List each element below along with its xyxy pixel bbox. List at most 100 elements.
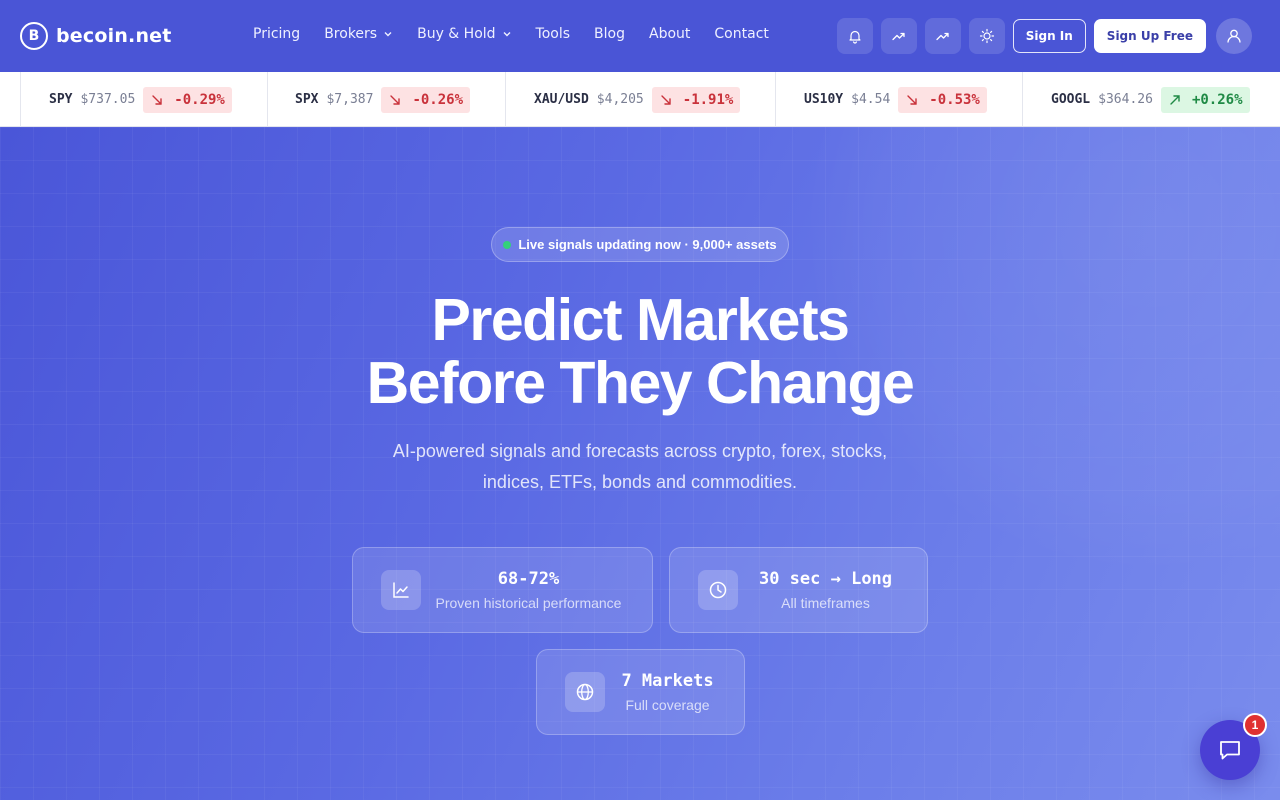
- ticker-symbol: SPY: [49, 92, 73, 107]
- hero-subtitle: AI-powered signals and forecasts across …: [340, 436, 940, 498]
- user-icon: [1227, 29, 1241, 43]
- ticker-change: -1.91%: [651, 86, 741, 113]
- stat-value: 30 sec → Long: [758, 569, 893, 589]
- notifications-button[interactable]: [836, 18, 873, 54]
- chart-line-icon: [393, 582, 409, 598]
- ticker-price: $364.26: [1098, 92, 1153, 107]
- stat-text: 30 sec → Long All timeframes: [750, 568, 901, 613]
- nav-item-label: Contact: [714, 26, 769, 42]
- nav-item-buy-hold[interactable]: Buy & Hold: [417, 26, 511, 42]
- stat-label: Proven historical performance: [435, 595, 622, 611]
- trending-button[interactable]: [880, 18, 917, 54]
- ticker-divider: [1022, 72, 1023, 127]
- ticker-change-value: +0.26%: [1191, 91, 1243, 108]
- nav-item-tools[interactable]: Tools: [536, 26, 571, 42]
- stat-card-performance: 68-72% Proven historical performance: [352, 547, 653, 633]
- nav-item-label: Buy & Hold: [417, 26, 496, 42]
- ticker-price: $7,387: [326, 92, 374, 107]
- ticker-change-value: -0.53%: [929, 91, 980, 108]
- ticker-change-value: -0.29%: [174, 91, 225, 108]
- hero-section: Live signals updating now · 9,000+ asset…: [0, 127, 1280, 800]
- site-header: B becoin.net Pricing Brokers Buy & Hold …: [0, 0, 1280, 72]
- stat-value: 68-72%: [497, 569, 560, 589]
- sign-up-button[interactable]: Sign Up Free: [1093, 19, 1206, 53]
- clock-icon: [709, 581, 727, 599]
- ticker-change: -0.26%: [381, 86, 471, 113]
- hero-title-line2: Before They Change: [366, 350, 915, 416]
- arrow-down-right-icon: [152, 94, 162, 105]
- ticker-price: $4.54: [851, 92, 891, 107]
- nav-item-label: About: [649, 26, 691, 42]
- ticker-price: $737.05: [80, 92, 136, 107]
- arrow-down-right-icon: [661, 94, 671, 105]
- nav-item-label: Brokers: [324, 26, 378, 42]
- nav-item-pricing[interactable]: Pricing: [253, 26, 300, 42]
- nav-item-blog[interactable]: Blog: [594, 26, 625, 42]
- chevron-down-icon: [384, 32, 392, 37]
- nav-item-about[interactable]: About: [649, 26, 690, 42]
- ticker-item-spx[interactable]: SPX $7,387 -0.26%: [295, 72, 471, 127]
- bell-icon: [849, 30, 861, 44]
- stat-icon: [381, 570, 421, 610]
- ticker-divider: [20, 72, 21, 127]
- main-nav: Pricing Brokers Buy & Hold Tools Blog Ab…: [253, 26, 793, 42]
- chat-bubble-icon: [1220, 741, 1240, 760]
- sign-in-button[interactable]: Sign In: [1012, 19, 1086, 53]
- chat-notification-badge: 1: [1243, 713, 1267, 737]
- stat-value: 7 Markets: [621, 671, 714, 691]
- stat-card-markets: 7 Markets Full coverage: [536, 649, 745, 735]
- live-dot-icon: [503, 240, 512, 249]
- ticker-divider: [267, 72, 268, 127]
- stat-icon: [698, 570, 738, 610]
- sun-icon: [979, 28, 994, 44]
- brand-logo[interactable]: B becoin.net: [20, 22, 172, 50]
- hero-subtitle-line2: indices, ETFs, bonds and commodities.: [482, 472, 798, 492]
- ticker-change: +0.26%: [1160, 86, 1250, 113]
- ticker-change: -0.29%: [143, 86, 232, 113]
- arrow-down-right-icon: [907, 94, 917, 105]
- chevron-down-icon: [503, 32, 511, 37]
- header-actions: Sign In Sign Up Free: [836, 18, 1252, 54]
- stat-text: 7 Markets Full coverage: [615, 670, 720, 715]
- hero-title-line1: Predict Markets: [431, 287, 850, 353]
- ticker-item-us10y[interactable]: US10Y $4.54 -0.53%: [804, 72, 987, 127]
- trending-up-icon: [936, 32, 949, 41]
- theme-toggle-button[interactable]: [968, 18, 1005, 54]
- brand-name: becoin.net: [56, 25, 172, 47]
- globe-icon: [576, 683, 594, 701]
- arrow-up-right-icon: [1170, 94, 1180, 105]
- nav-item-label: Pricing: [253, 26, 301, 42]
- stat-card-timeframes: 30 sec → Long All timeframes: [669, 547, 928, 633]
- nav-item-label: Blog: [594, 26, 625, 42]
- brand-mark: B: [20, 22, 48, 50]
- ticker-divider: [775, 72, 776, 127]
- hero-title: Predict Markets Before They Change: [240, 289, 1040, 415]
- stat-label: All timeframes: [781, 595, 870, 611]
- signals-button[interactable]: [924, 18, 961, 54]
- ticker-symbol: SPX: [295, 92, 319, 107]
- nav-item-contact[interactable]: Contact: [714, 26, 768, 42]
- nav-item-label: Tools: [535, 26, 571, 42]
- hero-subtitle-line1: AI-powered signals and forecasts across …: [392, 441, 888, 461]
- ticker-symbol: XAU/USD: [534, 92, 589, 107]
- live-signals-text: Live signals updating now · 9,000+ asset…: [518, 237, 777, 252]
- ticker-change-value: -1.91%: [682, 91, 734, 108]
- user-avatar[interactable]: [1216, 18, 1252, 54]
- live-signals-badge: Live signals updating now · 9,000+ asset…: [491, 227, 789, 262]
- ticker-change: -0.53%: [898, 86, 987, 113]
- stat-label: Full coverage: [625, 697, 710, 713]
- trending-up-icon: [892, 32, 905, 41]
- stat-text: 68-72% Proven historical performance: [433, 568, 624, 613]
- ticker-symbol: US10Y: [804, 92, 844, 107]
- ticker-divider: [505, 72, 506, 127]
- ticker-item-xauusd[interactable]: XAU/USD $4,205 -1.91%: [534, 72, 741, 127]
- market-ticker: SPY $737.05 -0.29% SPX $7,387 -0.26% XAU…: [0, 72, 1280, 127]
- ticker-item-spy[interactable]: SPY $737.05 -0.29%: [49, 72, 232, 127]
- stat-icon: [565, 672, 605, 712]
- nav-item-brokers[interactable]: Brokers: [324, 26, 393, 42]
- ticker-symbol: GOOGL: [1051, 92, 1091, 107]
- ticker-price: $4,205: [596, 92, 644, 107]
- arrow-down-right-icon: [390, 94, 401, 105]
- ticker-item-googl[interactable]: GOOGL $364.26 +0.26%: [1051, 72, 1250, 127]
- ticker-change-value: -0.26%: [412, 91, 464, 108]
